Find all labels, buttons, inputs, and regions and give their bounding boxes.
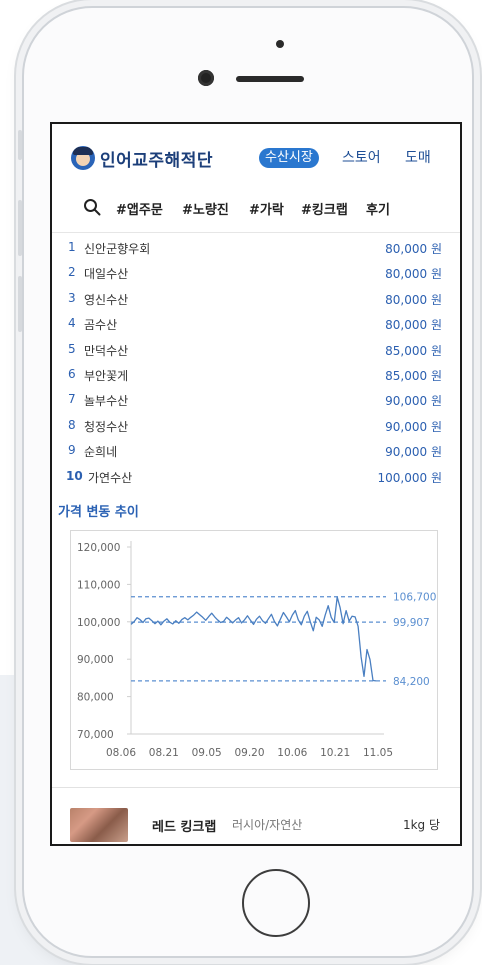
store-name: 가연수산 [88,470,133,485]
store-price: 80,000 원 [385,318,442,333]
rank-number: 7 [68,392,76,407]
rank-number: 3 [68,290,76,305]
front-camera [198,70,214,86]
list-item[interactable]: 2 대일수산 80,000 원 [52,261,460,286]
store-name: 만덕수산 [84,343,129,358]
tag-reviews[interactable]: 후기 [366,199,390,218]
store-ranking-list: 1 신안군향우회 80,000 원 2 대일수산 80,000 원 3 영신수산 80,00… [52,236,460,490]
tab-fish-market[interactable]: 수산시장 [259,148,319,168]
list-item[interactable]: 7 놀부수산 90,000 원 [52,388,460,413]
home-button[interactable] [242,869,310,937]
list-item[interactable]: 3 영신수산 80,000 원 [52,287,460,312]
store-price: 90,000 원 [385,419,442,434]
tab-store[interactable]: 스토어 [342,148,381,168]
tag-bar: #앱주문 #노량진 #가락 #킹크랩 후기 [52,192,460,226]
reference-line-label: 106,700 [393,592,436,604]
y-tick-label: 80,000 [77,692,114,704]
divider [52,232,460,233]
list-item[interactable]: 9 순희네 90,000 원 [52,439,460,464]
divider [52,787,460,788]
rank-number: 6 [68,366,76,381]
rank-number: 8 [68,417,76,432]
volume-up-button [18,200,22,256]
x-tick-label: 09.20 [234,747,264,759]
price-series-line [130,596,377,682]
rank-number: 5 [68,341,76,356]
product-unit: 1kg 당 [402,818,440,832]
store-price: 80,000 원 [385,267,442,282]
app-header: 인어교주해적단 수산시장 스토어 도매 [52,124,460,184]
store-name: 대일수산 [84,267,129,282]
price-chart: 120,000 110,000 100,000 90,000 80,000 70,000 0… [70,530,438,770]
store-name: 신안군향우회 [84,242,151,256]
list-item[interactable]: 8 청정수산 90,000 원 [52,414,460,439]
store-name: 부안꽃게 [84,368,129,383]
x-tick-label: 10.06 [277,747,307,759]
store-price: 90,000 원 [385,445,442,460]
store-price: 80,000 원 [385,292,442,307]
x-tick-label: 08.21 [149,747,179,759]
x-tick-label: 09.05 [192,747,222,759]
store-name: 청정수산 [84,419,129,434]
price-trend-heading: 가격 변동 추이 [58,505,139,520]
king-crab-thumbnail[interactable] [70,808,128,842]
volume-down-button [18,276,22,332]
tag-noryangjin[interactable]: #노량진 [182,199,229,218]
reference-line-label: 84,200 [393,676,430,688]
store-price: 100,000 원 [377,470,442,485]
y-tick-label: 100,000 [77,617,120,629]
price-chart-svg: 120,000 110,000 100,000 90,000 80,000 70,000 0… [77,541,436,759]
store-name: 영신수산 [84,292,129,307]
rank-number: 10 [66,468,83,483]
y-tick-label: 120,000 [77,542,120,554]
brand-title[interactable]: 인어교주해적단 [100,146,213,171]
x-tick-label: 10.21 [320,747,350,759]
x-tick-label: 11.05 [363,747,393,759]
tag-king-crab[interactable]: #킹크랩 [301,199,348,218]
tab-wholesale[interactable]: 도매 [405,148,431,168]
rank-number: 1 [68,240,76,254]
product-origin: 러시아/자연산 [232,818,303,832]
reference-line-label: 99,907 [393,617,430,629]
list-item[interactable]: 5 만덕수산 85,000 원 [52,338,460,363]
y-tick-label: 70,000 [77,729,114,741]
rank-number: 9 [68,443,76,458]
store-price: 90,000 원 [385,394,442,409]
list-item[interactable]: 10 가연수산 100,000 원 [52,465,460,490]
mute-switch [18,130,22,160]
list-item[interactable]: 4 곰수산 80,000 원 [52,312,460,337]
app-screen: 인어교주해적단 수산시장 스토어 도매 #앱주문 #노량진 #가락 #킹크랩 후… [50,122,462,846]
store-name: 곰수산 [84,318,118,333]
tag-garak[interactable]: #가락 [249,199,284,218]
tag-app-order[interactable]: #앱주문 [116,199,163,218]
product-name[interactable]: 레드 킹크랩 [152,816,216,835]
store-price: 85,000 원 [385,368,442,383]
rank-number: 4 [68,316,76,331]
y-tick-label: 90,000 [77,654,114,666]
rank-number: 2 [68,265,76,280]
store-price: 80,000 원 [385,242,442,256]
store-name: 놀부수산 [84,394,129,409]
list-item[interactable]: 6 부안꽃게 85,000 원 [52,363,460,388]
front-sensor [276,40,284,48]
pirate-logo-icon [71,146,95,170]
search-icon[interactable] [83,198,101,216]
list-item[interactable]: 1 신안군향우회 80,000 원 [52,236,460,261]
x-tick-label: 08.06 [106,747,136,759]
y-tick-label: 110,000 [77,579,120,591]
store-price: 85,000 원 [385,343,442,358]
store-name: 순희네 [84,445,118,460]
earpiece-speaker [236,76,304,82]
